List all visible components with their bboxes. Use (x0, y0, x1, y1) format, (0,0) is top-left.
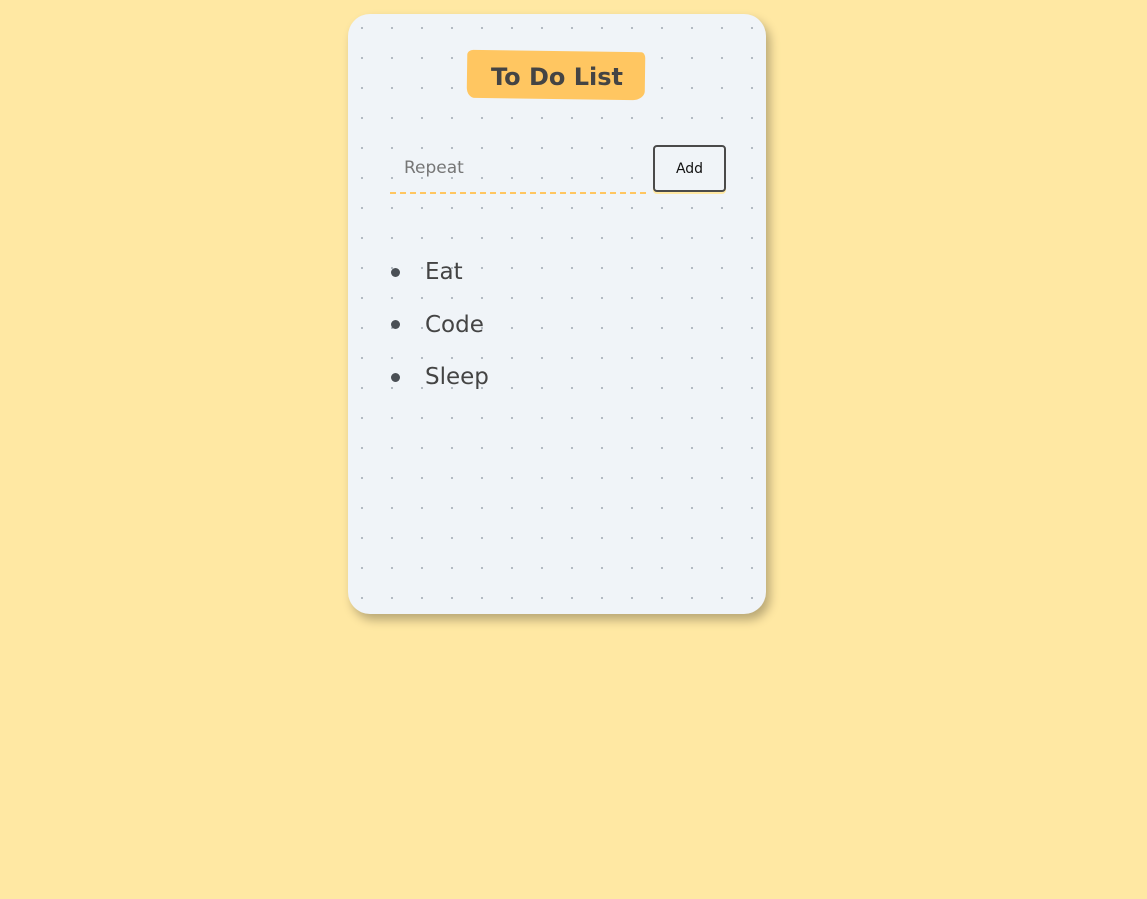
bullet-icon (391, 320, 400, 330)
title-banner: To Do List (466, 49, 647, 101)
todo-card: To Do List Add Eat Code Sleep (348, 14, 766, 614)
bullet-icon (391, 267, 400, 277)
list-item[interactable]: Code (386, 299, 489, 352)
task-input[interactable] (390, 144, 646, 194)
list-item[interactable]: Eat (386, 246, 489, 299)
todo-list: Eat Code Sleep (386, 246, 489, 404)
page-title: To Do List (490, 63, 624, 91)
list-item[interactable]: Sleep (386, 351, 489, 404)
add-button[interactable]: Add (653, 145, 726, 192)
list-item-label: Eat (425, 259, 463, 286)
list-item-label: Code (425, 311, 484, 338)
add-task-form: Add (390, 144, 726, 200)
bullet-icon (391, 372, 400, 382)
list-item-label: Sleep (425, 364, 489, 391)
